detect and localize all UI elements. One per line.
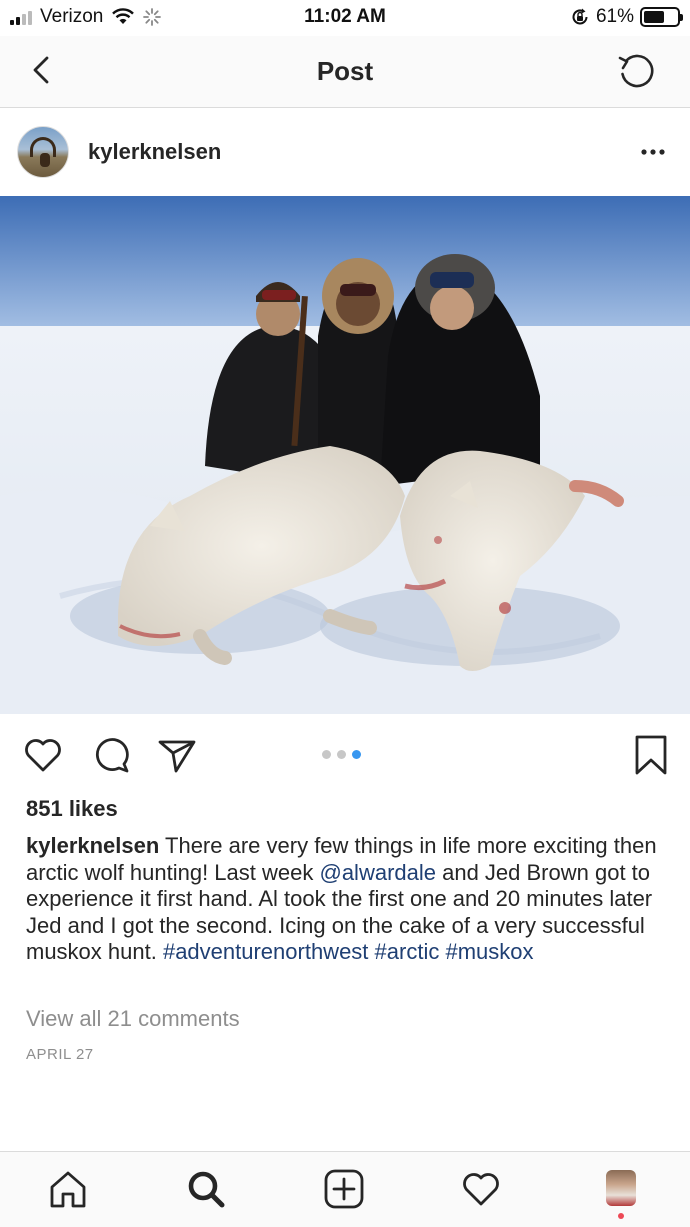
hashtag-link[interactable]: #muskox [445, 939, 533, 964]
nav-header: Post [0, 36, 690, 108]
post-photo[interactable] [0, 196, 690, 714]
bookmark-icon[interactable] [630, 734, 672, 776]
heart-icon[interactable] [22, 734, 64, 776]
add-post-icon[interactable] [323, 1168, 365, 1210]
home-icon[interactable] [47, 1168, 89, 1210]
hashtag-link[interactable]: #adventurenorthwest [163, 939, 368, 964]
comment-icon[interactable] [90, 734, 132, 776]
share-icon[interactable] [156, 734, 198, 776]
page-title: Post [316, 56, 374, 86]
bottom-tab-bar [0, 1151, 690, 1227]
carousel-dot [322, 750, 331, 759]
view-comments-link[interactable]: View all 21 comments [26, 1006, 240, 1032]
carousel-dot [352, 750, 361, 759]
likes-count[interactable]: 851 likes [26, 796, 118, 822]
search-icon[interactable] [185, 1168, 227, 1210]
avatar[interactable] [17, 126, 69, 178]
hashtag-link[interactable]: #arctic [375, 939, 440, 964]
status-right: 61% [570, 6, 683, 28]
post-date: APRIL 27 [26, 1046, 94, 1063]
post-photo-image [0, 196, 690, 714]
post-username[interactable]: kylerknelsen [88, 139, 221, 165]
action-bar [0, 714, 690, 794]
status-bar: Verizon 11:02 AM 61% [0, 0, 690, 36]
refresh-icon[interactable] [614, 48, 660, 94]
more-horizontal-icon[interactable] [640, 140, 666, 164]
caption-mention[interactable]: @alwardale [319, 860, 436, 885]
activity-heart-icon[interactable] [460, 1168, 502, 1210]
post-header: kylerknelsen [0, 108, 690, 196]
battery-percent: 61% [595, 6, 634, 27]
carousel-indicator [322, 750, 361, 759]
notification-dot [618, 1213, 624, 1219]
carousel-dot [337, 750, 346, 759]
profile-avatar[interactable] [606, 1170, 636, 1206]
battery-icon [640, 7, 683, 27]
caption-username[interactable]: kylerknelsen [26, 833, 159, 858]
post-caption: kylerknelsen There are very few things i… [26, 833, 674, 966]
battery-fill [644, 11, 664, 23]
orientation-lock-icon [572, 8, 588, 25]
